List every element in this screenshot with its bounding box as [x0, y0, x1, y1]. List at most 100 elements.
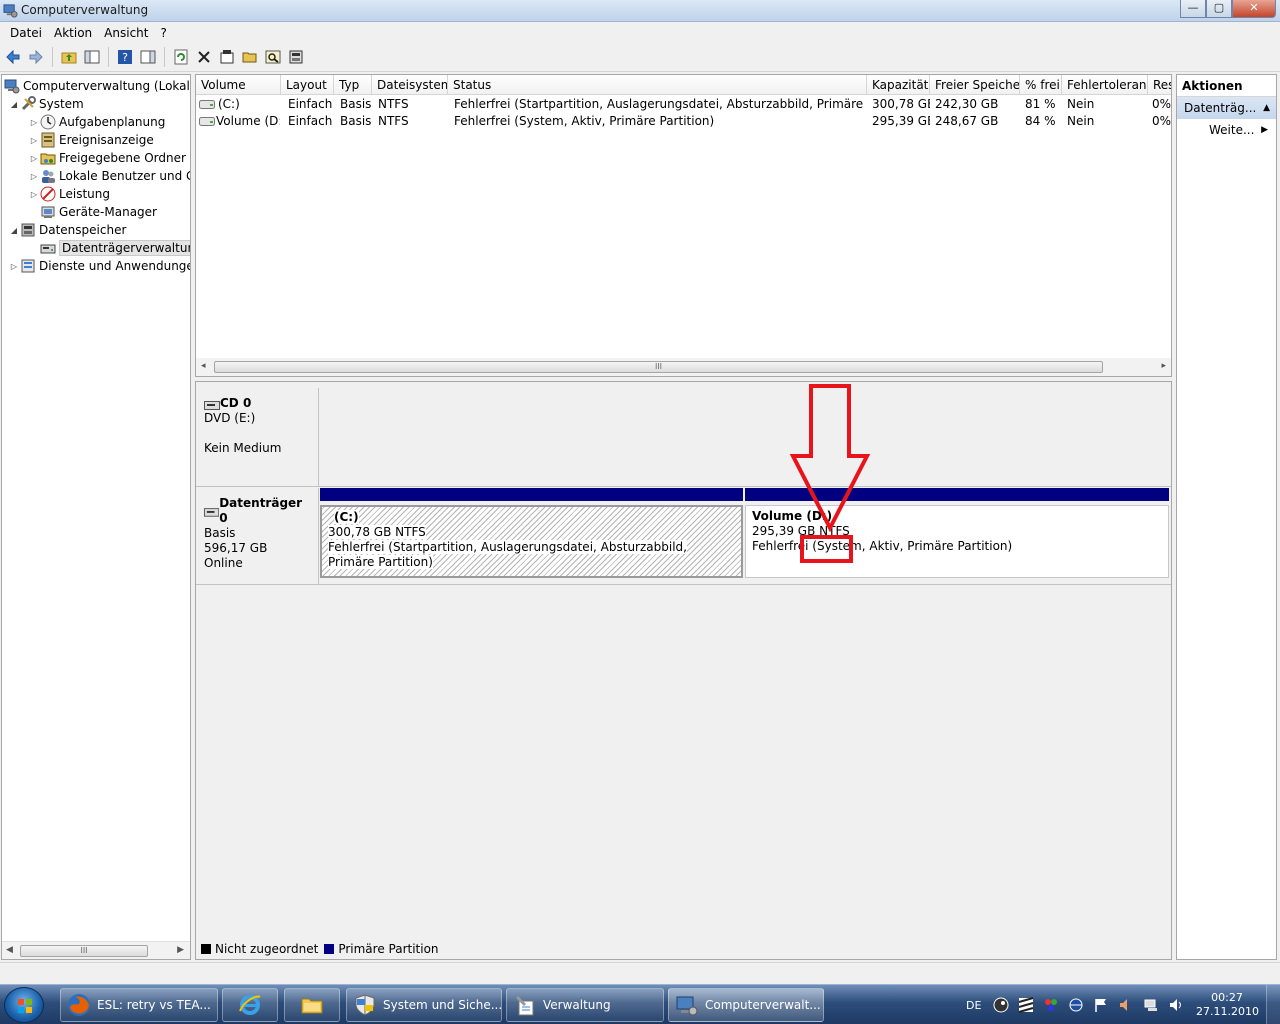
legend-item-primary: Primäre Partition — [324, 942, 439, 956]
collapse-arrow-icon[interactable]: ◢ — [8, 226, 20, 235]
stripes-icon[interactable] — [1018, 997, 1034, 1013]
expand-arrow-icon[interactable]: ▷ — [8, 262, 20, 271]
column-header-free-space[interactable]: Freier Speicher — [930, 75, 1020, 95]
up-level-button[interactable] — [59, 47, 79, 67]
show-hide-action-pane-button[interactable] — [138, 47, 158, 67]
column-header-status[interactable]: Status — [448, 75, 867, 95]
warning-speaker-icon[interactable] — [1118, 997, 1134, 1013]
show-hide-tree-button[interactable] — [82, 47, 102, 67]
collapse-up-icon[interactable]: ▲ — [1263, 97, 1270, 119]
tree-item-task-scheduler[interactable]: ▷ Aufgabenplanung — [28, 113, 165, 131]
menu-help[interactable]: ? — [154, 26, 172, 40]
tree-item-performance[interactable]: ▷ Leistung — [28, 185, 110, 203]
disk-label-cd[interactable]: CD 0 DVD (E:) Kein Medium — [196, 388, 319, 486]
back-button[interactable] — [3, 47, 23, 67]
taskbar-item-firefox[interactable]: ESL: retry vs TEA... — [60, 988, 218, 1022]
collapse-arrow-icon[interactable]: ◢ — [8, 100, 20, 109]
steam-icon[interactable] — [993, 997, 1009, 1013]
maximize-button[interactable]: ▢ — [1206, 0, 1232, 18]
column-header-fault-tolerance[interactable]: Fehlertoleranz — [1062, 75, 1148, 95]
scroll-left-arrow-icon[interactable]: ◀ — [6, 945, 13, 955]
list-horizontal-scrollbar[interactable]: ◂ III ▸ — [196, 358, 1171, 376]
tree-horizontal-scrollbar[interactable]: ◀ III ▶ — [2, 941, 190, 959]
expand-arrow-icon[interactable]: ▷ — [28, 136, 40, 145]
close-button[interactable]: ✕ — [1232, 0, 1276, 18]
volume-icon[interactable] — [1168, 997, 1184, 1013]
partition-body[interactable]: Volume (D:) 295,39 GB NTFS Fehlerfrei (S… — [745, 505, 1169, 578]
forward-button[interactable] — [26, 47, 46, 67]
column-header-layout[interactable]: Layout — [281, 75, 334, 95]
network-icon[interactable] — [1143, 997, 1159, 1013]
menu-file[interactable]: Datei — [4, 26, 48, 40]
refresh-button[interactable] — [171, 47, 191, 67]
start-button[interactable] — [4, 987, 44, 1023]
disk-row-disk0[interactable]: Datenträger 0 Basis 596,17 GB Online (C:… — [196, 488, 1171, 584]
column-header-overhead[interactable]: Res — [1148, 75, 1171, 95]
tree-item-disk-management[interactable]: Datenträgerverwaltung — [40, 239, 190, 257]
scroll-right-arrow-icon[interactable]: ▶ — [177, 945, 184, 955]
partition-c[interactable]: (C:) 300,78 GB NTFS Fehlerfrei (Startpar… — [320, 488, 743, 578]
disk-status: Kein Medium — [204, 441, 282, 455]
expand-arrow-icon[interactable]: ▷ — [28, 172, 40, 181]
tree-item-storage[interactable]: ◢ Datenspeicher — [8, 221, 126, 239]
tree-item-local-users[interactable]: ▷ Lokale Benutzer und Gruppen — [28, 167, 190, 185]
column-header-capacity[interactable]: Kapazität — [867, 75, 930, 95]
tree-item-label: Leistung — [59, 187, 110, 201]
cd-drive-icon — [204, 400, 220, 410]
tree-item-system[interactable]: ◢ System — [8, 95, 84, 113]
actions-more-button[interactable]: Weite... ▶ — [1177, 119, 1276, 141]
scroll-right-arrow-icon[interactable]: ▸ — [1161, 361, 1166, 371]
disk-label-disk0[interactable]: Datenträger 0 Basis 596,17 GB Online — [196, 488, 319, 584]
scrollbar-thumb[interactable]: III — [20, 945, 148, 957]
minimize-button[interactable]: — — [1180, 0, 1206, 18]
open-button[interactable] — [240, 47, 260, 67]
clock[interactable]: 00:27 27.11.2010 — [1196, 991, 1259, 1019]
shared-folders-icon — [40, 150, 56, 166]
taskbar-item-computer-management[interactable]: Computerverwalt... — [668, 988, 824, 1022]
event-viewer-icon — [40, 132, 56, 148]
disk-name: CD 0 — [220, 396, 252, 410]
tree-item-services-applications[interactable]: ▷ Dienste und Anwendungen — [8, 257, 190, 275]
partition-body[interactable]: (C:) 300,78 GB NTFS Fehlerfrei (Startpar… — [320, 505, 743, 578]
tree-item-shared-folders[interactable]: ▷ Freigegebene Ordner — [28, 149, 186, 167]
expand-arrow-icon[interactable]: ▷ — [28, 118, 40, 127]
language-indicator[interactable]: DE — [966, 999, 981, 1012]
expand-arrow-icon[interactable]: ▷ — [28, 154, 40, 163]
cell-filesystem: NTFS — [378, 97, 409, 111]
menu-view[interactable]: Ansicht — [98, 26, 154, 40]
menu-action[interactable]: Aktion — [48, 26, 98, 40]
taskbar-item-explorer[interactable] — [284, 988, 340, 1022]
network-globe-icon[interactable] — [1068, 997, 1084, 1013]
show-desktop-button[interactable] — [1266, 985, 1280, 1024]
disk-tools-button[interactable] — [286, 47, 306, 67]
search-button[interactable] — [263, 47, 283, 67]
help-button[interactable]: ? — [115, 47, 135, 67]
colorful-app-icon[interactable] — [1043, 997, 1059, 1013]
column-header-filesystem[interactable]: Dateisystem — [372, 75, 448, 95]
tree-item-event-viewer[interactable]: ▷ Ereignisanzeige — [28, 131, 154, 149]
scrollbar-thumb[interactable]: III — [214, 361, 1103, 373]
scroll-left-arrow-icon[interactable]: ◂ — [201, 361, 206, 371]
table-row[interactable]: Volume (D:) Einfach Basis NTFS Fehlerfre… — [196, 113, 1171, 130]
column-header-type[interactable]: Typ — [334, 75, 372, 95]
action-pane-icon — [140, 50, 156, 64]
taskbar-item-system-security[interactable]: System und Siche... — [346, 988, 502, 1022]
partition-d[interactable]: Volume (D:) 295,39 GB NTFS Fehlerfrei (S… — [745, 488, 1169, 578]
expand-arrow-icon[interactable]: ▷ — [28, 190, 40, 199]
menu-bar: Datei Aktion Ansicht ? — [0, 22, 1280, 43]
tree-item-computer-management[interactable]: Computerverwaltung (Lokal) — [4, 77, 190, 95]
cell-overhead: 0% — [1152, 97, 1172, 111]
column-header-percent-free[interactable]: % frei — [1020, 75, 1062, 95]
properties-button[interactable] — [217, 47, 237, 67]
tree-item-device-manager[interactable]: Geräte-Manager — [40, 203, 157, 221]
table-row[interactable]: (C:) Einfach Basis NTFS Fehlerfrei (Star… — [196, 96, 1171, 113]
actions-section-disk-management[interactable]: Datenträg... ▲ — [1177, 97, 1276, 119]
tree-item-label: System — [39, 97, 84, 111]
open-folder-icon — [242, 52, 257, 63]
disk-row-cd[interactable]: CD 0 DVD (E:) Kein Medium — [196, 388, 1171, 486]
taskbar-item-verwaltung[interactable]: Verwaltung — [506, 988, 664, 1022]
delete-button[interactable] — [194, 47, 214, 67]
taskbar-item-internet-explorer[interactable] — [222, 988, 278, 1022]
column-header-volume[interactable]: Volume — [196, 75, 281, 95]
action-center-flag-icon[interactable] — [1093, 997, 1109, 1013]
